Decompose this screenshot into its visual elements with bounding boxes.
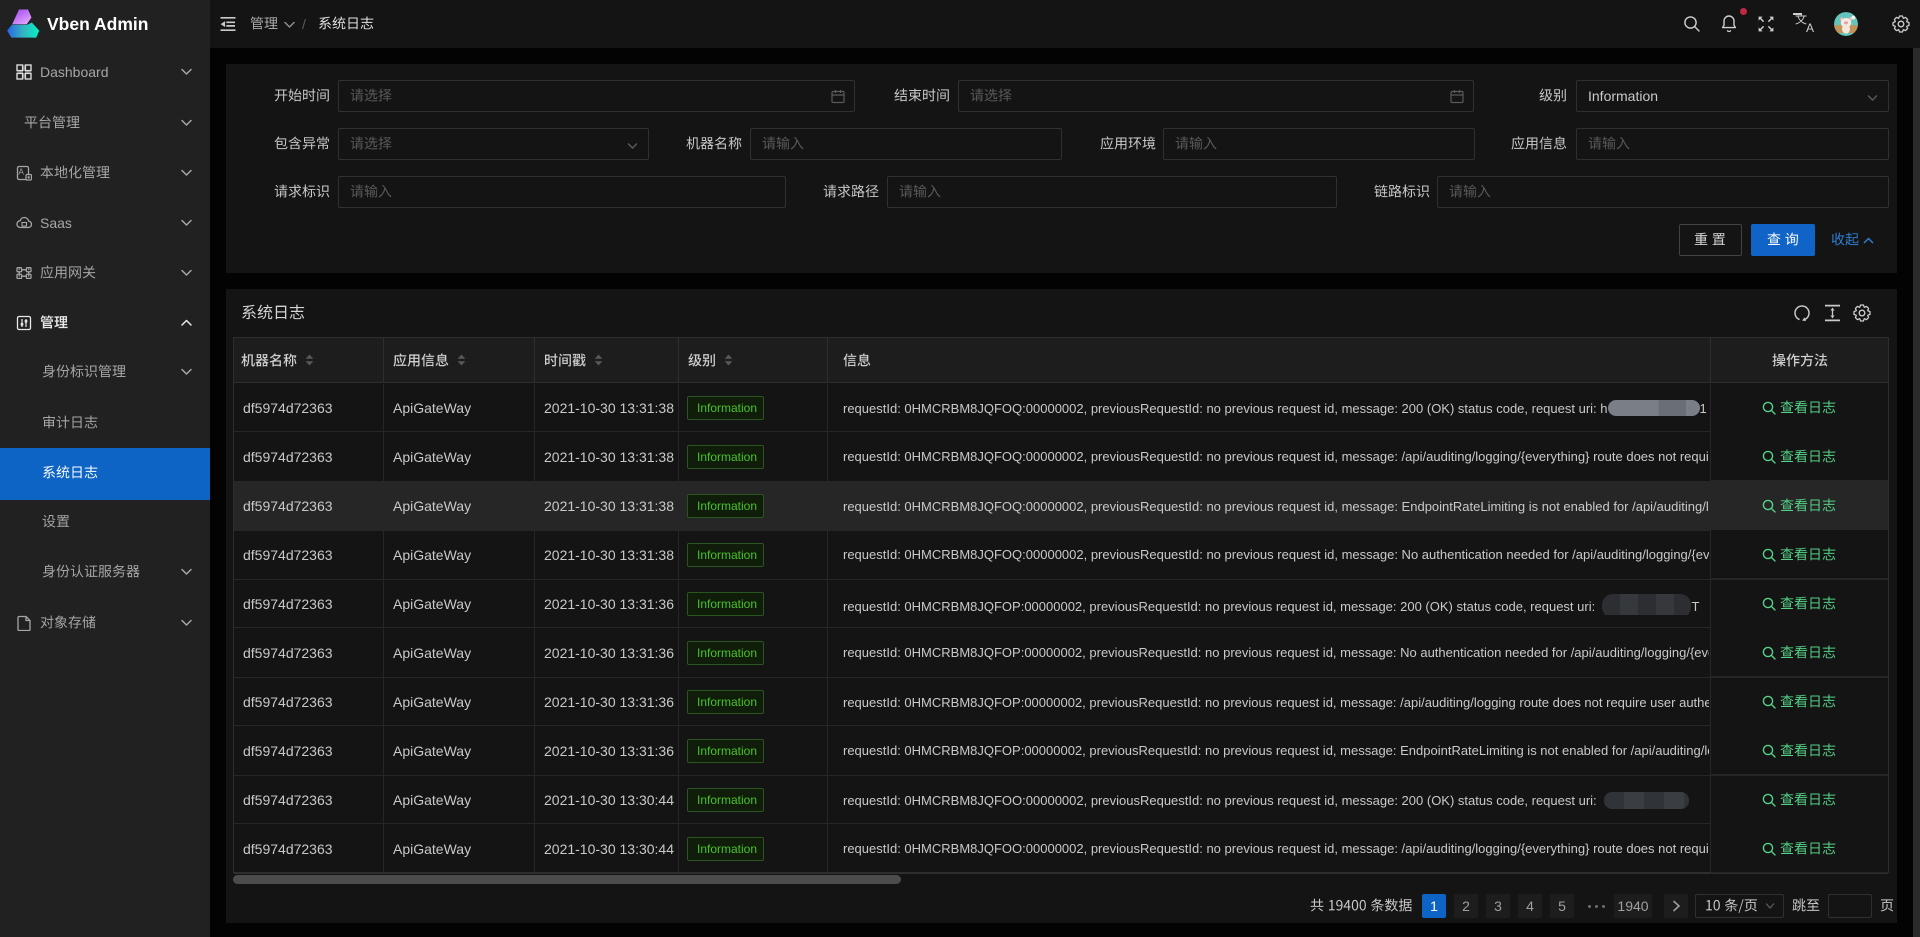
svg-text:A: A bbox=[19, 168, 25, 177]
